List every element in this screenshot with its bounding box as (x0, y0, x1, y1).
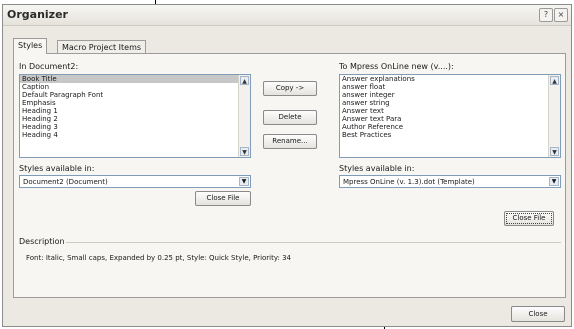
delete-button[interactable]: Delete (263, 110, 317, 125)
right-close-file-button[interactable]: Close File (504, 211, 554, 226)
right-available-label: Styles available in: (339, 164, 415, 173)
list-item[interactable]: Caption (20, 83, 250, 91)
scroll-down-icon[interactable]: ▼ (240, 147, 249, 156)
list-item[interactable]: Default Paragraph Font (20, 91, 250, 99)
scroll-up-icon[interactable]: ▲ (240, 76, 249, 85)
copy-button[interactable]: Copy -> (263, 81, 317, 96)
list-item[interactable]: Heading 1 (20, 107, 250, 115)
description-text: Font: Italic, Small caps, Expanded by 0.… (26, 254, 291, 262)
right-list-label: To Mpress OnLine new (v....): (339, 62, 454, 71)
left-available-select[interactable]: Document2 (Document) ▼ (19, 175, 251, 188)
list-item[interactable]: Heading 2 (20, 115, 250, 123)
right-style-list[interactable]: Answer explanations answer float answer … (339, 74, 561, 158)
title-buttons: ? × (539, 8, 568, 22)
list-item[interactable]: Heading 4 (20, 131, 250, 139)
left-style-list[interactable]: Book Title Caption Default Paragraph Fon… (19, 74, 251, 158)
list-item[interactable]: Author Reference (340, 123, 560, 131)
description-label: Description (19, 237, 65, 246)
right-scrollbar[interactable]: ▲ ▼ (548, 75, 560, 157)
list-item[interactable]: Answer text Para (340, 115, 560, 123)
title-bar: Organizer ? × (3, 5, 571, 26)
scroll-up-icon[interactable]: ▲ (550, 76, 559, 85)
list-item[interactable]: Best Practices (340, 131, 560, 139)
close-button[interactable]: Close (511, 306, 565, 322)
list-item[interactable]: answer float (340, 83, 560, 91)
chevron-down-icon[interactable]: ▼ (239, 177, 249, 186)
list-item[interactable]: Emphasis (20, 99, 250, 107)
help-icon[interactable]: ? (539, 8, 553, 22)
list-item[interactable]: Heading 3 (20, 123, 250, 131)
list-item[interactable]: answer string (340, 99, 560, 107)
description-divider (66, 242, 561, 243)
right-available-select[interactable]: Mpress OnLine (v. 1.3).dot (Template) ▼ (339, 175, 561, 188)
left-scrollbar[interactable]: ▲ ▼ (238, 75, 250, 157)
left-list-label: In Document2: (19, 62, 79, 71)
chevron-down-icon[interactable]: ▼ (549, 177, 559, 186)
list-item[interactable]: answer integer (340, 91, 560, 99)
window-title: Organizer (7, 8, 68, 21)
rename-button[interactable]: Rename... (263, 134, 317, 149)
styles-panel: In Document2: Book Title Caption Default… (13, 53, 566, 298)
list-item[interactable]: Answer explanations (340, 75, 560, 83)
close-icon[interactable]: × (554, 8, 568, 22)
tab-styles[interactable]: Styles (13, 38, 48, 54)
left-available-label: Styles available in: (19, 164, 95, 173)
list-item[interactable]: Book Title (20, 75, 250, 83)
left-available-value: Document2 (Document) (23, 178, 108, 186)
scroll-down-icon[interactable]: ▼ (550, 147, 559, 156)
left-close-file-button[interactable]: Close File (195, 191, 251, 206)
tab-macro-project-items[interactable]: Macro Project Items (57, 40, 147, 54)
organizer-dialog: Organizer ? × Styles Macro Project Items… (2, 4, 572, 327)
list-item[interactable]: Answer text (340, 107, 560, 115)
right-available-value: Mpress OnLine (v. 1.3).dot (Template) (343, 178, 475, 186)
